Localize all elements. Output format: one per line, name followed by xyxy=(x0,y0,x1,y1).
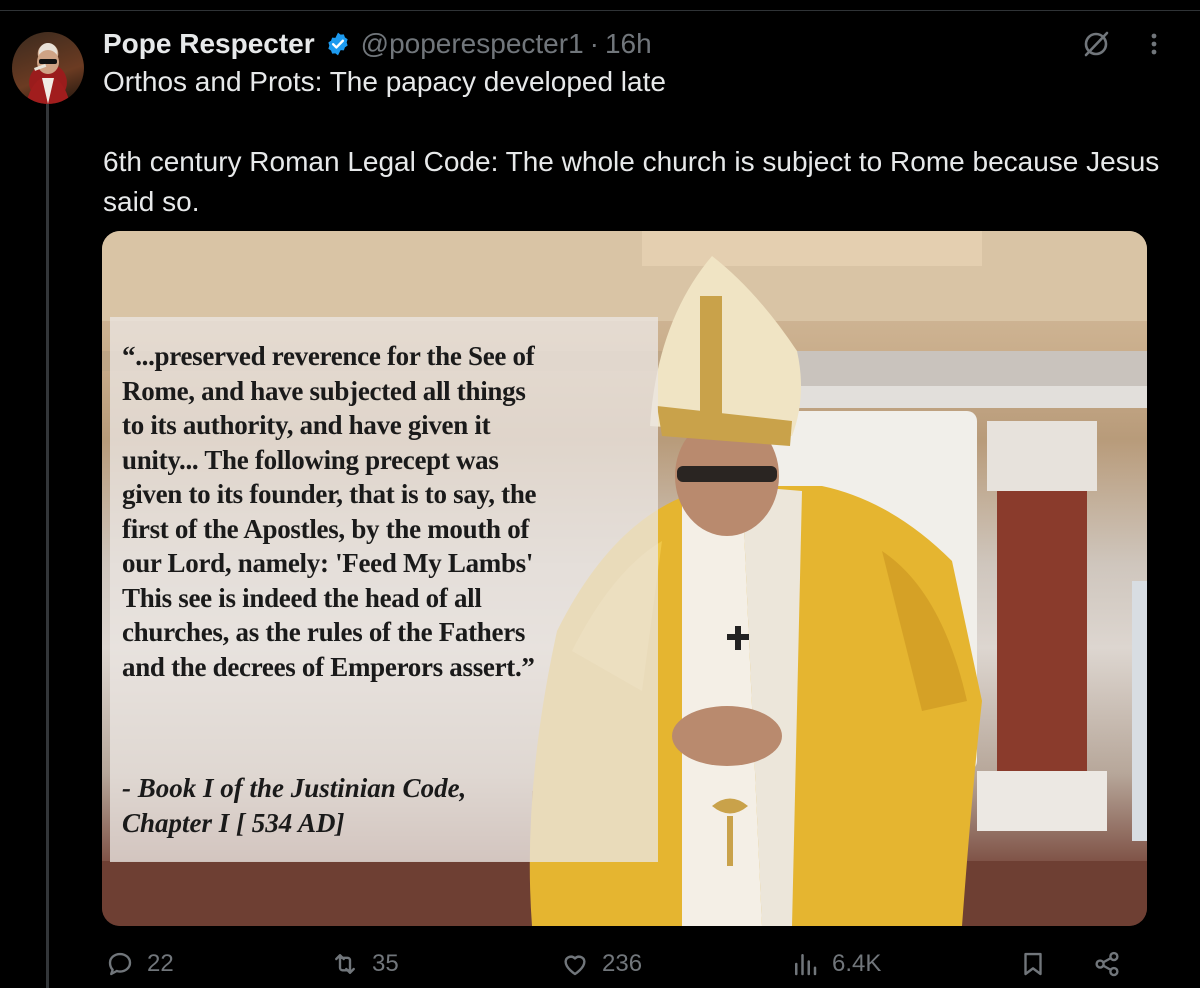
avatar[interactable] xyxy=(12,32,84,104)
reply-icon xyxy=(108,952,132,976)
quote-citation: - Book I of the Justinian Code, Chapter … xyxy=(122,773,467,838)
share-icon xyxy=(1095,951,1119,977)
views-icon xyxy=(795,954,817,976)
repost-icon xyxy=(335,954,355,974)
grok-icon[interactable] xyxy=(1080,28,1112,60)
verified-badge-icon xyxy=(327,32,348,56)
reply-button[interactable]: 22 xyxy=(105,944,174,984)
tweet-header: Pope Respecter @poperespecter1 · 16h xyxy=(103,26,652,62)
repost-count: 35 xyxy=(372,950,399,977)
quote-text: “...preserved reverence for the See of R… xyxy=(122,341,537,682)
handle[interactable]: @poperespecter1 xyxy=(361,28,584,60)
tweet-media-image[interactable]: “...preserved reverence for the See of R… xyxy=(102,231,1147,926)
views-button[interactable]: 6.4K xyxy=(790,944,881,984)
share-button[interactable] xyxy=(1092,944,1122,984)
separator: · xyxy=(589,28,599,59)
more-icon[interactable] xyxy=(1138,28,1170,60)
top-divider xyxy=(0,10,1200,11)
view-count: 6.4K xyxy=(832,950,882,977)
bookmark-icon xyxy=(1024,952,1042,976)
tweet-text: Orthos and Prots: The papacy developed l… xyxy=(103,66,1160,217)
like-count: 236 xyxy=(602,950,643,977)
repost-button[interactable]: 35 xyxy=(330,944,399,984)
like-button[interactable]: 236 xyxy=(560,944,642,984)
action-bar: 22 35 236 6.4K xyxy=(0,944,1200,984)
timestamp[interactable]: 16h xyxy=(605,28,652,60)
bookmark-button[interactable] xyxy=(1018,944,1048,984)
thread-line xyxy=(46,104,49,988)
like-icon xyxy=(564,955,586,976)
display-name[interactable]: Pope Respecter xyxy=(103,28,315,60)
reply-count: 22 xyxy=(147,950,174,977)
